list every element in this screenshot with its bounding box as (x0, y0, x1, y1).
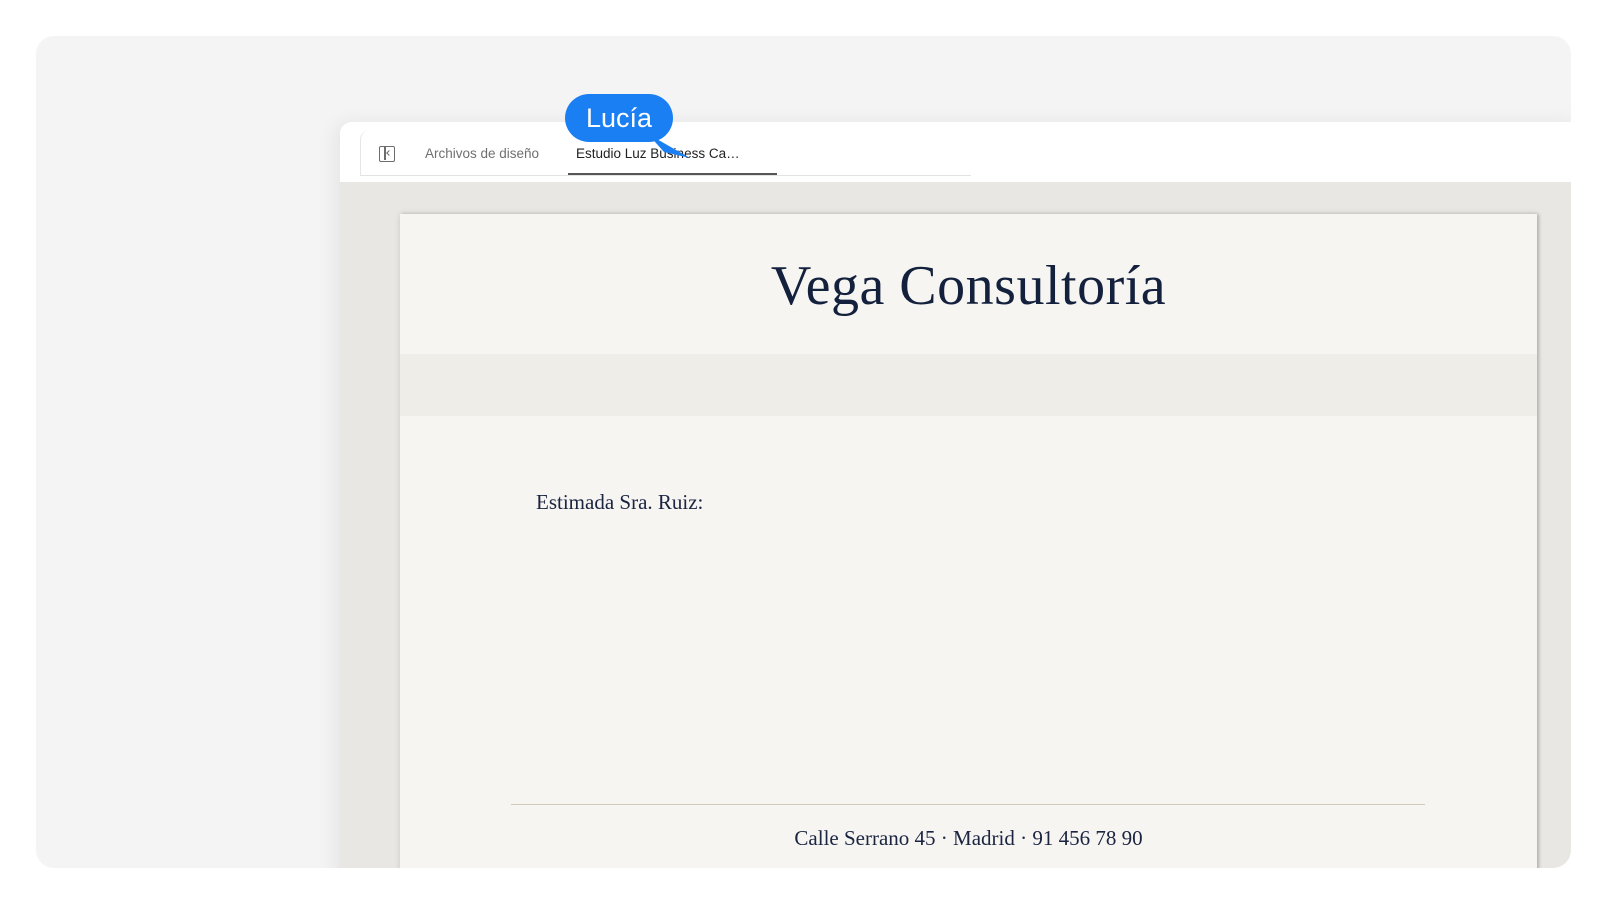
app-background: Archivos de diseño Estudio Luz Business … (36, 36, 1571, 868)
sidebar-toggle-icon[interactable] (379, 146, 395, 162)
salutation-text[interactable]: Estimada Sra. Ruiz: (536, 490, 703, 515)
letter-page[interactable]: Vega Consultoría Estimada Sra. Ruiz: Cal… (400, 214, 1537, 868)
company-name-heading[interactable]: Vega Consultoría (400, 254, 1537, 318)
editor-window: Archivos de diseño Estudio Luz Business … (340, 122, 1571, 868)
tab-design-files[interactable]: Archivos de diseño (425, 130, 539, 175)
footer-divider (511, 804, 1425, 805)
header-band (400, 354, 1537, 416)
footer-address-text[interactable]: Calle Serrano 45 · Madrid · 91 456 78 90 (400, 826, 1537, 851)
collaborator-cursor-pointer-icon (648, 134, 690, 158)
document-canvas[interactable]: Vega Consultoría Estimada Sra. Ruiz: Cal… (340, 182, 1571, 868)
tab-bar: Archivos de diseño Estudio Luz Business … (340, 122, 1571, 182)
